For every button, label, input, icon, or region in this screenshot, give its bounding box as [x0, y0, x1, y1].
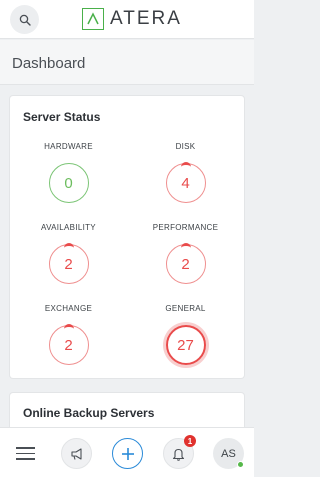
stat-label: PERFORMANCE: [152, 223, 219, 232]
online-status-dot: [237, 461, 244, 468]
hamburger-icon-line: [16, 452, 35, 455]
stat-label: AVAILABILITY: [41, 223, 96, 232]
stat-value: 27: [177, 336, 194, 354]
stat-value: 2: [64, 336, 73, 354]
stat-label: EXCHANGE: [44, 304, 93, 313]
announcements-button[interactable]: [61, 438, 92, 469]
stat-value: 4: [181, 174, 190, 192]
page-title: Dashboard: [12, 55, 86, 72]
gauge-indicator: [180, 162, 191, 172]
stat-value: 0: [64, 174, 73, 192]
user-avatar[interactable]: AS: [213, 438, 244, 469]
server-status-card: Server Status HARDWARE 0 DISK 4 AVAILABI…: [10, 96, 244, 378]
stat-gauge[interactable]: 0: [48, 163, 89, 203]
plus-icon: [121, 447, 134, 460]
stat-gauge[interactable]: 2: [165, 243, 206, 284]
stat-value: 2: [181, 255, 190, 273]
add-button[interactable]: [112, 438, 143, 469]
stat-availability[interactable]: AVAILABILITY 2: [10, 222, 127, 284]
stat-performance[interactable]: PERFORMANCE 2: [127, 222, 244, 284]
stat-gauge[interactable]: 2: [48, 243, 89, 284]
stat-gauge[interactable]: 2: [48, 324, 89, 365]
stat-label: HARDWARE: [44, 142, 93, 151]
stat-value: 2: [64, 255, 73, 273]
hamburger-icon-line: [16, 447, 35, 449]
stat-label: DISK: [175, 142, 196, 151]
page-header: Dashboard: [0, 40, 254, 85]
notifications-button[interactable]: 1: [163, 435, 196, 469]
bottom-nav: 1 AS: [0, 427, 254, 477]
stat-gauge[interactable]: 27: [165, 325, 206, 365]
avatar-initials: AS: [221, 447, 236, 460]
megaphone-icon: [70, 447, 82, 460]
stat-label: GENERAL: [165, 304, 206, 313]
stat-general[interactable]: GENERAL 27: [127, 303, 244, 365]
stat-gauge[interactable]: 4: [165, 162, 206, 203]
logo-mark-icon: [82, 8, 104, 30]
hamburger-icon-line: [16, 458, 35, 460]
stat-hardware[interactable]: HARDWARE 0: [10, 141, 127, 203]
top-bar: ATERA: [0, 0, 254, 39]
gauge-indicator: [63, 243, 74, 253]
stat-disk[interactable]: DISK 4: [127, 141, 244, 203]
card-title: Server Status: [23, 110, 101, 124]
menu-button[interactable]: [16, 447, 35, 460]
notification-count-badge: 1: [184, 435, 196, 447]
bell-icon: [172, 448, 185, 461]
atera-logo[interactable]: ATERA: [82, 8, 182, 30]
search-icon: [19, 14, 31, 26]
gauge-indicator: [63, 324, 74, 334]
logo-text: ATERA: [110, 8, 182, 29]
stat-exchange[interactable]: EXCHANGE 2: [10, 303, 127, 365]
gauge-indicator: [180, 243, 191, 253]
card-title: Online Backup Servers: [23, 406, 155, 420]
search-button[interactable]: [10, 5, 39, 34]
